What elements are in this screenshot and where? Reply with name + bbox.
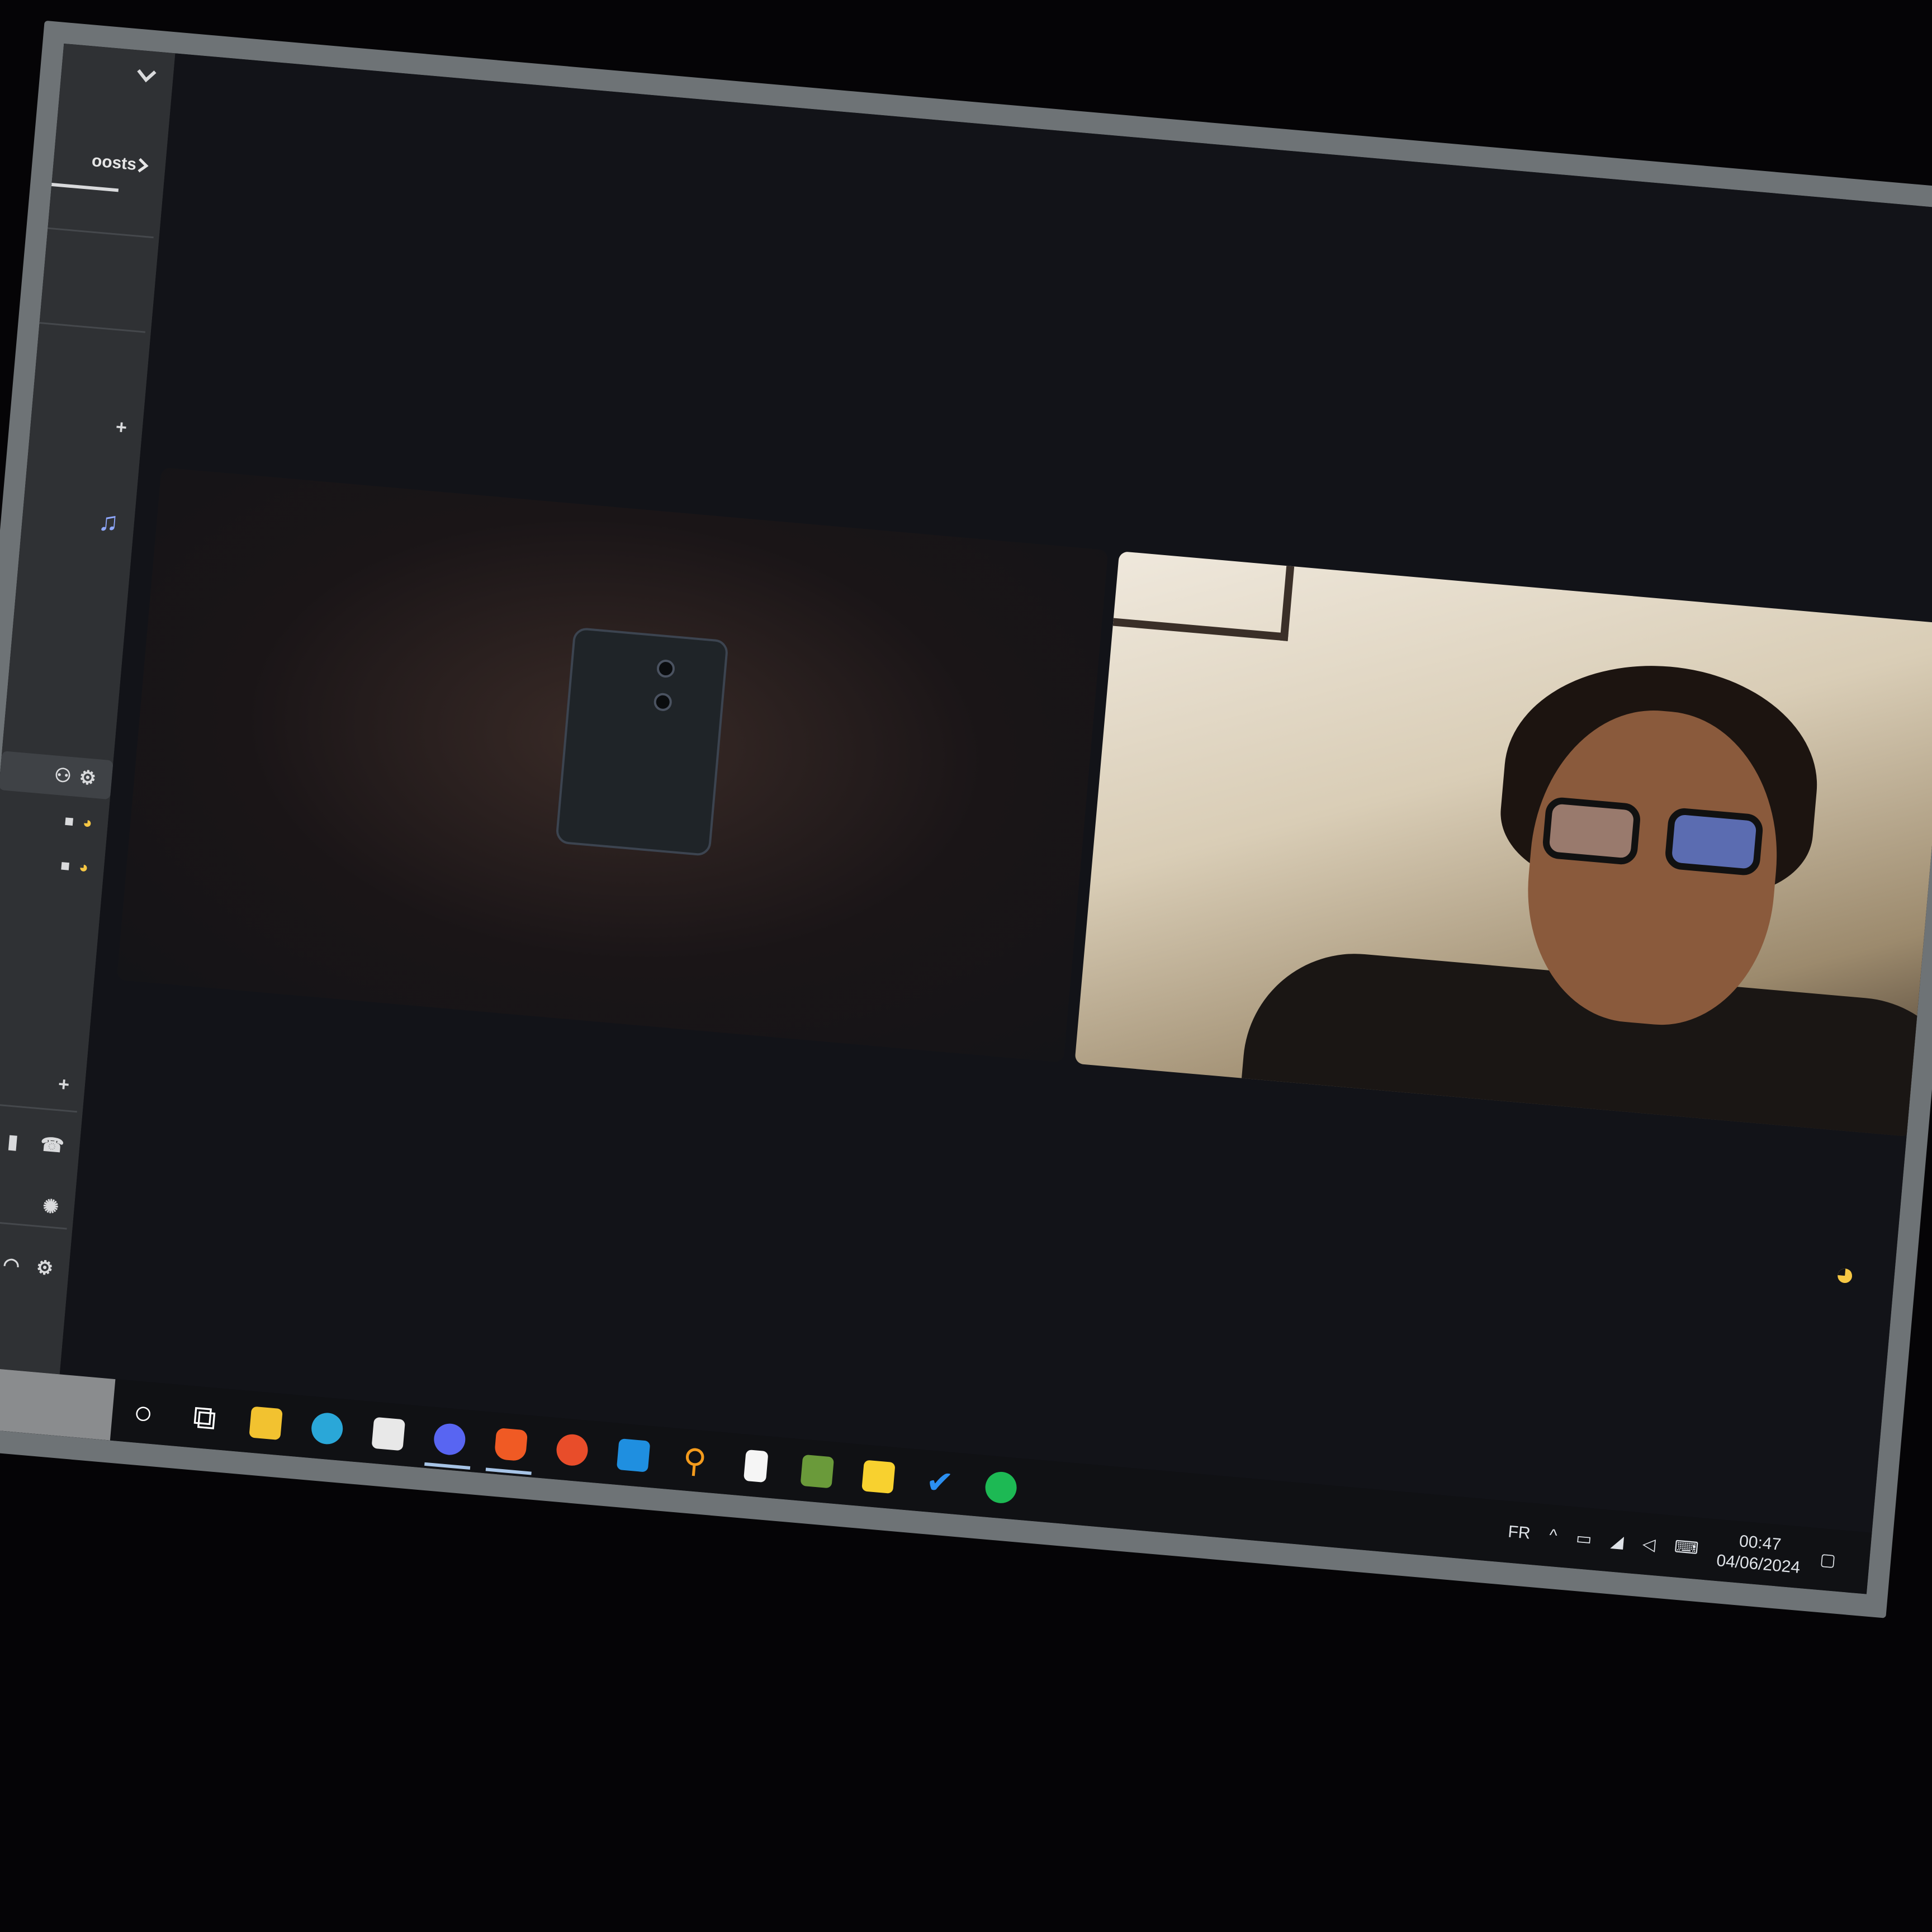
notepad-icon[interactable] [723, 1433, 789, 1499]
emoji-icon: ◕ [82, 813, 93, 832]
todo-icon[interactable]: ✔ [906, 1449, 973, 1516]
taskbar-clock[interactable]: 00:47 04/06/2024 [1716, 1529, 1803, 1579]
boosts-label: oosts [91, 151, 138, 174]
divider [48, 227, 154, 239]
add-channel-button[interactable]: + [29, 400, 144, 449]
phone-camera [653, 692, 673, 712]
phone-in-video [555, 627, 729, 857]
discord-icon[interactable] [416, 1406, 483, 1472]
voice-member-2[interactable]: ■ ◕ [0, 840, 106, 889]
sticky-notes-icon[interactable] [845, 1443, 912, 1510]
wifi-icon[interactable]: ◢ [1610, 1531, 1625, 1552]
minecraft-icon[interactable] [784, 1438, 850, 1505]
chevron-down-icon [137, 69, 157, 83]
plus-icon: + [57, 1073, 70, 1096]
task-view-icon[interactable]: ⧉ [171, 1385, 238, 1451]
keyboard-icon[interactable]: ⌨ [1674, 1537, 1699, 1559]
language-indicator[interactable]: FR [1507, 1522, 1531, 1543]
wps-icon[interactable] [539, 1417, 605, 1483]
server-menu-button[interactable] [60, 49, 174, 98]
battery-icon[interactable]: ▭ [1575, 1528, 1593, 1549]
emoji-icon: ◕ [78, 858, 89, 877]
soundboard-button[interactable]: ✺ [0, 1180, 76, 1228]
gear-icon[interactable]: ⚙ [78, 766, 97, 790]
monitor: oosts + ♫ ⚇ ⚙ ■ ◕ ■ ◕ + ▮ ☎ ✺ ◠ ⚙ ◕ ○ ⧉ … [0, 20, 1932, 1618]
voice-signal-icon: ▮ [7, 1130, 20, 1153]
hang-up-icon[interactable]: ☎ [39, 1133, 65, 1158]
video-icon: ■ [63, 812, 75, 830]
volume-icon[interactable]: ◁ [1642, 1534, 1656, 1555]
search-icon[interactable]: ⚲ [661, 1427, 728, 1494]
server-boosts-link[interactable]: oosts [52, 138, 167, 187]
divider [39, 322, 146, 333]
emoji-icon: ◕ [1833, 1254, 1857, 1294]
video-tile-left[interactable] [116, 467, 1109, 1063]
boost-progress-bar [51, 182, 119, 192]
music-note-icon: ♫ [97, 506, 120, 538]
add-member-icon: ⚇ [53, 764, 73, 788]
start-icon[interactable]: ○ [110, 1379, 177, 1446]
chevron-up-icon[interactable]: ^ [1549, 1526, 1558, 1546]
mail-icon[interactable] [600, 1422, 667, 1489]
window-frame-in-video [1112, 551, 1295, 641]
user-panel: ◠ ⚙ [0, 1241, 70, 1290]
video-icon: ■ [60, 856, 71, 875]
plus-icon: + [115, 416, 128, 438]
notification-icon[interactable]: ▢ [1819, 1550, 1836, 1570]
store-icon[interactable] [355, 1400, 422, 1467]
chevron-right-icon [138, 158, 149, 173]
edge-icon[interactable] [294, 1395, 361, 1462]
brave-icon[interactable] [477, 1412, 544, 1478]
voice-member-1[interactable]: ■ ◕ [0, 795, 110, 844]
file-explorer-icon[interactable] [233, 1390, 299, 1456]
voice-call-stage: ◕ [59, 53, 1932, 1533]
add-channel-button-2[interactable]: + [0, 1057, 87, 1106]
spotify-icon[interactable] [968, 1454, 1034, 1521]
gear-icon[interactable]: ⚙ [35, 1256, 54, 1280]
voice-channel-active[interactable]: ⚇ ⚙ [0, 751, 113, 800]
video-tile-right[interactable] [1074, 551, 1932, 1137]
voice-controls: ▮ ☎ [0, 1119, 81, 1167]
headphones-icon[interactable]: ◠ [2, 1253, 21, 1277]
phone-camera [656, 659, 676, 679]
soundboard-icon: ✺ [41, 1195, 60, 1218]
screen: oosts + ♫ ⚇ ⚙ ■ ◕ ■ ◕ + ▮ ☎ ✺ ◠ ⚙ ◕ ○ ⧉ … [0, 43, 1932, 1594]
channel-music[interactable]: ♫ [21, 495, 136, 543]
